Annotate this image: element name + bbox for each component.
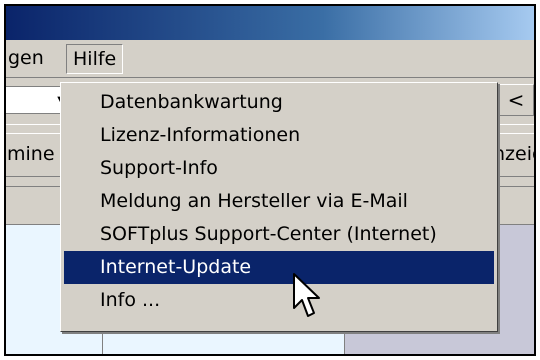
help-menu-dropdown: Datenbankwartung Lizenz-Informationen Su…: [60, 82, 498, 332]
title-bar: [6, 6, 534, 40]
menu-item-info[interactable]: Info ...: [64, 284, 494, 317]
menu-item-ungen[interactable]: gen: [6, 44, 50, 74]
menu-item-datenbankwartung[interactable]: Datenbankwartung: [64, 86, 494, 119]
menu-item-hilfe[interactable]: Hilfe: [66, 44, 124, 74]
menu-item-internet-update[interactable]: Internet-Update: [64, 251, 494, 284]
menu-item-support-center[interactable]: SOFTplus Support-Center (Internet): [64, 218, 494, 251]
menu-item-support-info[interactable]: Support-Info: [64, 152, 494, 185]
termine-button-label: mine a: [7, 143, 63, 165]
anzeigen-button-label: nzeig: [493, 143, 534, 165]
termine-button[interactable]: mine a: [6, 133, 64, 177]
nav-back-button[interactable]: <: [498, 84, 534, 116]
menu-item-lizenz-informationen[interactable]: Lizenz-Informationen: [64, 119, 494, 152]
app-window: gen Hilfe ▼ < mine a nzeig Datenbankwart…: [4, 4, 536, 356]
mouse-pointer-icon: [293, 273, 320, 317]
nav-back-label: <: [507, 88, 525, 112]
menu-bar: gen Hilfe: [6, 40, 534, 78]
menu-item-meldung-hersteller[interactable]: Meldung an Hersteller via E-Mail: [64, 185, 494, 218]
